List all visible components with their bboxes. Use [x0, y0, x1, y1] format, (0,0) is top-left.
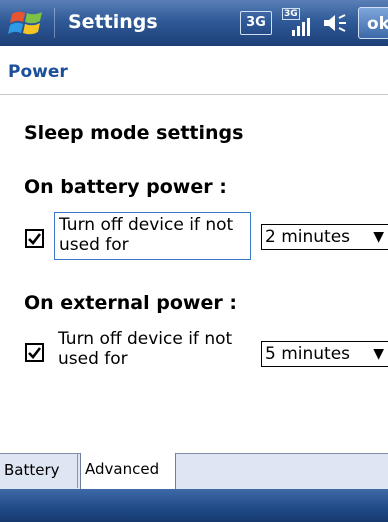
- signal-bar: [297, 26, 300, 36]
- battery-timeout-value: 2 minutes: [265, 227, 351, 247]
- battery-option-label[interactable]: Turn off device if not used for: [54, 212, 251, 260]
- page-title: Power: [8, 62, 68, 82]
- signal-3g-label: 3G: [282, 8, 300, 20]
- signal-bar: [302, 22, 305, 36]
- battery-checkbox[interactable]: [25, 229, 44, 248]
- external-checkbox[interactable]: [25, 343, 44, 362]
- title-separator: [54, 8, 55, 38]
- external-timeout-dropdown[interactable]: 5 minutes ▼: [261, 341, 388, 367]
- windows-flag-icon[interactable]: [8, 6, 46, 40]
- external-heading: On external power :: [24, 292, 237, 314]
- battery-timeout-dropdown[interactable]: 2 minutes ▼: [261, 224, 388, 250]
- tab-advanced[interactable]: Advanced: [80, 453, 176, 489]
- ok-button[interactable]: ok: [358, 7, 388, 39]
- tab-strip: Battery Advanced: [0, 453, 388, 490]
- tab-battery[interactable]: Battery: [0, 454, 78, 488]
- checkmark-icon: [28, 347, 42, 359]
- signal-bar: [307, 18, 310, 36]
- section-title: Sleep mode settings: [24, 122, 244, 144]
- title-bar: Settings 3G 3G ok: [0, 0, 388, 46]
- down-arrow-icon: ▼: [373, 229, 384, 245]
- signal-strength-icon[interactable]: 3G: [282, 8, 312, 38]
- down-arrow-icon: ▼: [373, 346, 384, 362]
- app-title: Settings: [68, 11, 158, 33]
- external-option-label[interactable]: Turn off device if not used for: [54, 327, 251, 375]
- menu-bar: [0, 489, 388, 522]
- external-timeout-value: 5 minutes: [265, 344, 351, 364]
- signal-bar: [292, 30, 295, 36]
- battery-heading: On battery power :: [24, 176, 227, 198]
- page-header: Power: [0, 46, 388, 95]
- checkmark-icon: [28, 233, 42, 245]
- network-3g-icon[interactable]: 3G: [240, 11, 272, 35]
- speaker-icon[interactable]: [322, 10, 350, 36]
